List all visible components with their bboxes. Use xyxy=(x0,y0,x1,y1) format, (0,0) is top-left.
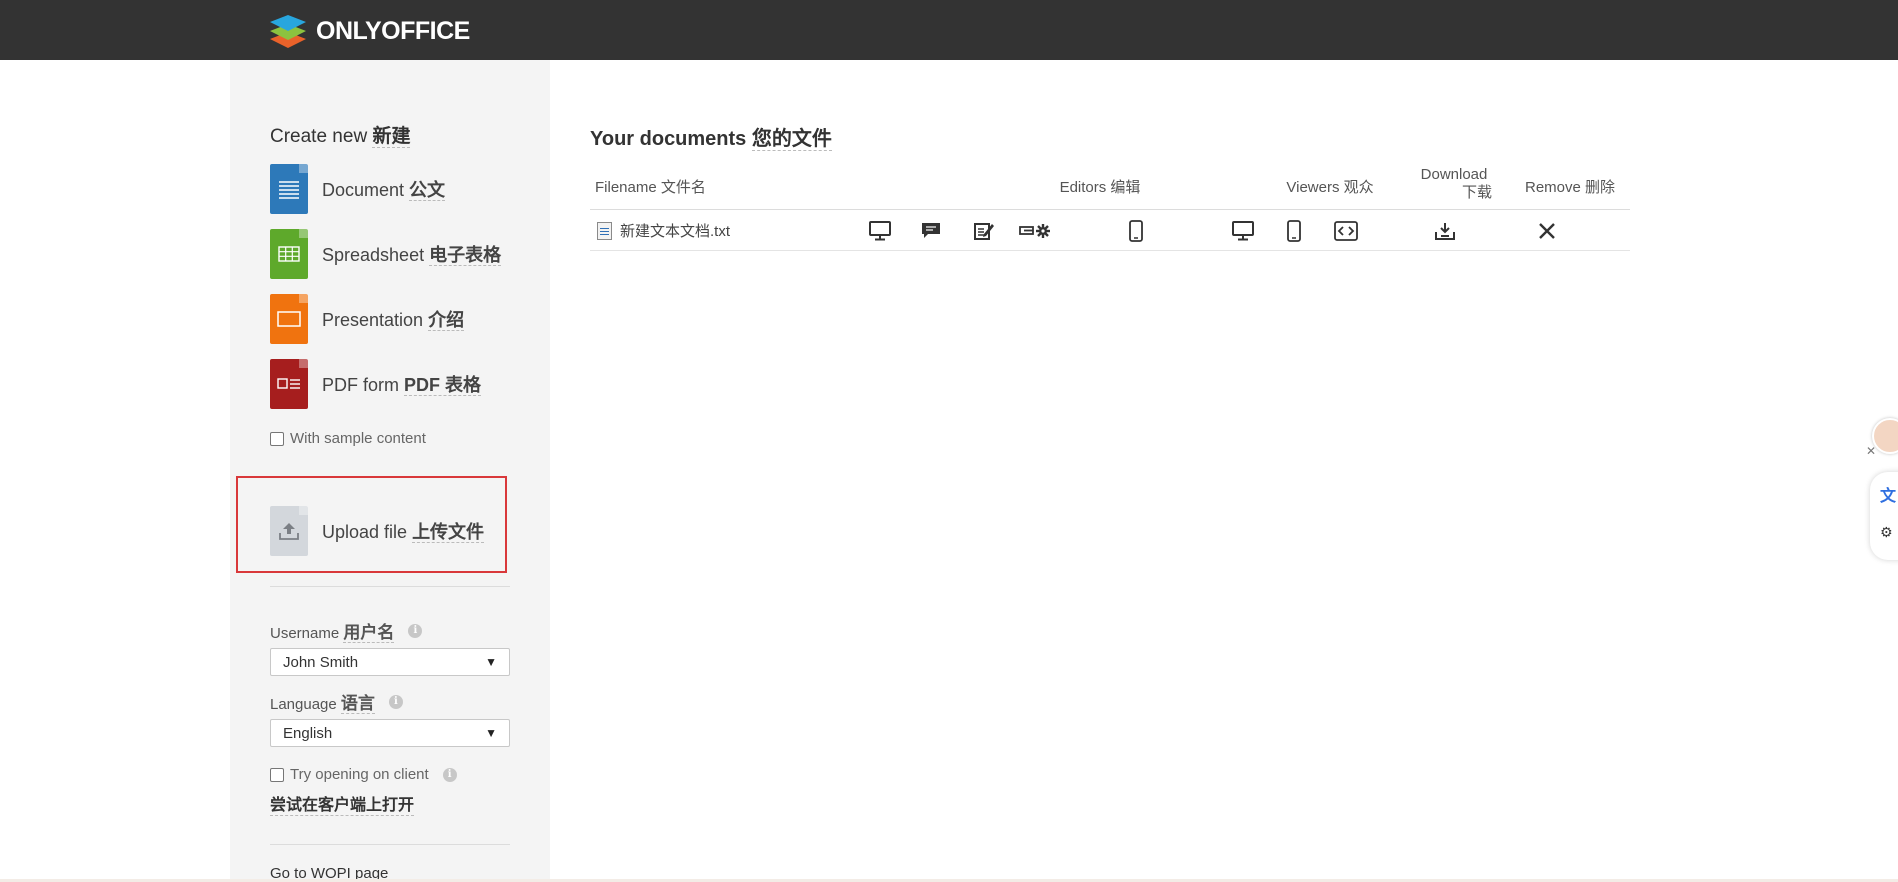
fill-form-editor-icon[interactable] xyxy=(1018,219,1052,243)
create-document-label: Document 公文 xyxy=(322,180,446,201)
document-icon xyxy=(270,164,308,214)
page-title: Your documents 您的文件 xyxy=(590,128,832,151)
create-presentation-label: Presentation 介绍 xyxy=(322,310,465,331)
header-remove: Remove 删除 xyxy=(1524,179,1616,196)
file-name: 新建文本文档.txt xyxy=(620,223,731,240)
try-client-label: Try opening on client xyxy=(290,766,429,783)
logo-layers-icon xyxy=(270,15,306,48)
table-row-divider xyxy=(590,250,1630,251)
try-client-info-icon[interactable]: i xyxy=(442,767,457,782)
download-icon[interactable] xyxy=(1433,219,1457,243)
sidebar-divider xyxy=(270,586,510,587)
text-file-icon xyxy=(597,221,612,240)
mobile-editor-icon[interactable] xyxy=(1124,219,1148,243)
create-document-button[interactable]: Document 公文 xyxy=(270,164,446,214)
language-select[interactable]: English ▼ xyxy=(270,719,510,747)
upload-icon xyxy=(270,506,308,556)
onlyoffice-logo[interactable]: ONLYOFFICE xyxy=(268,12,470,50)
spreadsheet-icon xyxy=(270,229,308,279)
desktop-editor-icon[interactable] xyxy=(868,219,892,243)
sample-content-option: With sample content xyxy=(270,430,426,447)
presentation-icon xyxy=(270,294,308,344)
close-icon[interactable]: ✕ xyxy=(1866,444,1876,458)
desktop-viewer-icon[interactable] xyxy=(1231,219,1255,243)
sample-content-checkbox[interactable] xyxy=(270,431,284,446)
table-row: 新建文本文档.txt xyxy=(590,210,1630,250)
sidebar-divider xyxy=(270,844,510,845)
embedded-viewer-icon[interactable] xyxy=(1334,219,1358,243)
sidebar: Create new 新建 Document 公文 Spreadsheet 电子… xyxy=(230,60,550,882)
language-info-icon[interactable]: i xyxy=(388,694,403,709)
try-client-option: Try opening on client i xyxy=(270,766,457,783)
translate-icon[interactable]: 文 xyxy=(1880,482,1896,506)
create-pdf-form-button[interactable]: PDF form PDF 表格 xyxy=(270,359,482,409)
header-editors: Editors 编辑 xyxy=(1059,179,1141,196)
try-client-checkbox[interactable] xyxy=(270,767,284,782)
header-filename: Filename 文件名 xyxy=(595,179,706,196)
top-bar: ONLYOFFICE xyxy=(0,0,1898,60)
settings-icon[interactable]: ⚙ xyxy=(1880,524,1893,541)
upload-file-label: Upload file 上传文件 xyxy=(322,522,485,543)
brand-name: ONLYOFFICE xyxy=(316,16,470,45)
username-info-icon[interactable]: i xyxy=(408,623,423,638)
comment-editor-icon[interactable] xyxy=(919,219,943,243)
header-download: Download 下载 xyxy=(1420,166,1492,201)
username-label: Username 用户名 i xyxy=(270,618,423,643)
language-label: Language 语言 i xyxy=(270,689,403,714)
create-new-title: Create new 新建 xyxy=(270,126,411,148)
floating-assistant-widget: ✕ 文 ⚙ xyxy=(1866,412,1898,562)
upload-file-button[interactable]: Upload file 上传文件 xyxy=(270,506,485,556)
mobile-viewer-icon[interactable] xyxy=(1282,219,1306,243)
review-editor-icon[interactable] xyxy=(972,219,996,243)
sample-content-label: With sample content xyxy=(290,430,426,447)
create-spreadsheet-button[interactable]: Spreadsheet 电子表格 xyxy=(270,229,502,279)
username-select[interactable]: John Smith ▼ xyxy=(270,648,510,676)
create-spreadsheet-label: Spreadsheet 电子表格 xyxy=(322,245,502,266)
create-presentation-button[interactable]: Presentation 介绍 xyxy=(270,294,465,344)
documents-panel: Your documents 您的文件 Filename 文件名 Editors… xyxy=(590,60,1630,882)
create-pdf-form-label: PDF form PDF 表格 xyxy=(322,375,482,396)
pdf-form-icon xyxy=(270,359,308,409)
try-client-label-cn: 尝试在客户端上打开 xyxy=(270,791,415,816)
file-name-cell[interactable]: 新建文本文档.txt xyxy=(597,220,730,241)
remove-icon[interactable] xyxy=(1535,219,1559,243)
chevron-down-icon: ▼ xyxy=(485,655,497,669)
chevron-down-icon: ▼ xyxy=(485,726,497,740)
